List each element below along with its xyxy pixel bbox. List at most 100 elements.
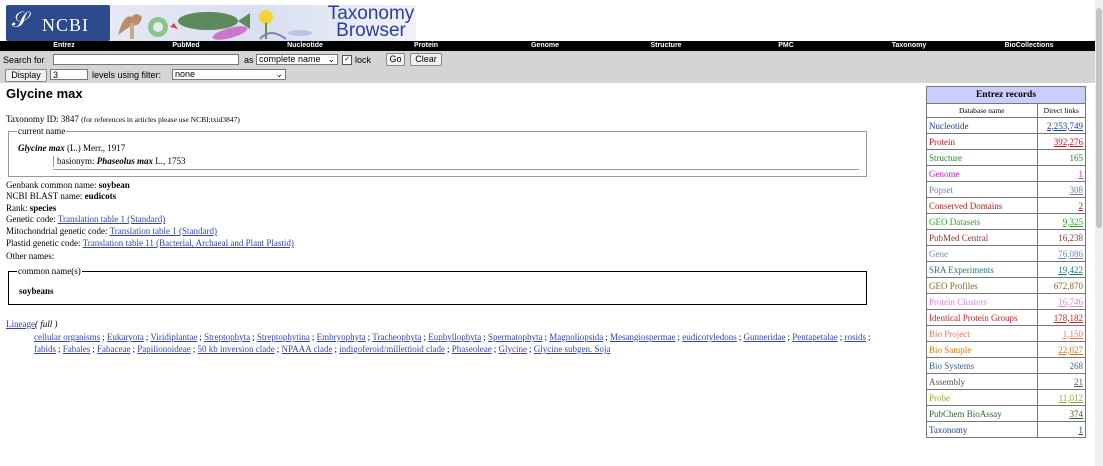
- entrez-db-count-link[interactable]: 11,012: [1059, 393, 1083, 403]
- nav-protein[interactable]: Protein: [414, 41, 438, 51]
- go-button[interactable]: Go: [386, 53, 405, 66]
- lineage-mode[interactable]: ( full ): [35, 319, 58, 329]
- lineage-list: cellular organisms; Eukaryota; Viridipla…: [34, 331, 874, 355]
- entrez-db-name: GEO Datasets: [926, 213, 1038, 230]
- entrez-db-name: Conserved Domains: [926, 197, 1038, 214]
- scrollbar-thumb[interactable]: [1096, 8, 1102, 228]
- lineage-item[interactable]: Streptophyta: [204, 332, 250, 342]
- lineage-item[interactable]: cellular organisms: [34, 332, 100, 342]
- lineage-item[interactable]: indigoferoid/millettioid clade: [339, 344, 445, 354]
- entrez-db-name: Assembly: [926, 373, 1038, 390]
- basionym-name: Phaseolus max: [96, 156, 154, 166]
- entrez-db-count-link[interactable]: 19,422: [1058, 265, 1083, 275]
- lineage-item[interactable]: Fabales: [63, 344, 91, 354]
- nav-pubmed[interactable]: PubMed: [172, 41, 199, 51]
- entrez-db-count-link[interactable]: 22,027: [1058, 345, 1083, 355]
- entrez-row: PubMed Central 16,238: [926, 229, 1087, 246]
- display-button[interactable]: Display: [5, 69, 47, 82]
- entrez-db-count-cell: 1,150: [1036, 325, 1087, 342]
- entrez-db-count-link[interactable]: 1,150: [1063, 329, 1083, 339]
- entrez-db-count-link[interactable]: 1: [1079, 169, 1084, 179]
- nav-taxonomy[interactable]: Taxonomy: [892, 41, 927, 51]
- entrez-db-count-link[interactable]: 9,325: [1063, 217, 1083, 227]
- plastid-code-label: Plastid genetic code:: [6, 238, 81, 248]
- entrez-db-count-link[interactable]: 2: [1079, 201, 1084, 211]
- entrez-db-count-cell: 19,422: [1036, 261, 1087, 278]
- plastid-code-link[interactable]: Translation table 11 (Bacterial, Archaea…: [83, 238, 294, 248]
- lineage-separator: ;: [868, 332, 871, 342]
- lineage-separator: ;: [839, 332, 845, 342]
- page-scrollbar[interactable]: [1095, 0, 1103, 466]
- current-name-value: Glycine max: [18, 143, 65, 153]
- entrez-row: SRA Experiments 19,422: [926, 261, 1087, 278]
- nav-genome[interactable]: Genome: [531, 41, 559, 51]
- lineage-separator: ;: [311, 332, 317, 342]
- nav-bar: Entrez PubMed Nucleotide Protein Genome …: [0, 41, 1095, 51]
- mito-code-link[interactable]: Translation table 1 (Standard): [110, 226, 217, 236]
- entrez-row: Conserved Domains 2: [926, 197, 1087, 214]
- lineage-item[interactable]: Gunneridae: [744, 332, 786, 342]
- blast-value: eudicots: [84, 191, 117, 201]
- lineage-item[interactable]: Mesangiospermae: [610, 332, 675, 342]
- genetic-code-link[interactable]: Translation table 1 (Standard): [58, 214, 165, 224]
- entrez-db-name: Bio Sample: [926, 341, 1038, 358]
- lineage-item[interactable]: Tracheophyta: [372, 332, 421, 342]
- ncbi-wave-icon: 𝒮: [12, 8, 30, 33]
- entrez-records-table: Entrez records Database name Direct link…: [926, 86, 1087, 438]
- lineage-item[interactable]: fabids: [34, 344, 56, 354]
- lineage-item[interactable]: Embryophyta: [317, 332, 366, 342]
- nav-pmc[interactable]: PMC: [778, 41, 794, 51]
- lineage-item[interactable]: Pentapetalae: [792, 332, 837, 342]
- lineage-item[interactable]: Euphyllophyta: [428, 332, 481, 342]
- lineage-item[interactable]: rosids: [845, 332, 867, 342]
- lineage-item[interactable]: Fabaceae: [97, 344, 130, 354]
- common-names-legend: common name(s): [17, 266, 82, 276]
- lineage-item[interactable]: Spermatophyta: [488, 332, 543, 342]
- lineage-item[interactable]: Magnoliopsida: [549, 332, 603, 342]
- lineage-item[interactable]: Viridiplantae: [150, 332, 197, 342]
- entrez-db-count-link[interactable]: 21: [1074, 377, 1083, 387]
- lineage-item[interactable]: Phaseoleae: [452, 344, 492, 354]
- entrez-db-count-link[interactable]: 392,276: [1054, 137, 1083, 147]
- ncbi-logo[interactable]: 𝒮 NCBI: [6, 5, 110, 41]
- entrez-records-title: Entrez records: [926, 86, 1086, 104]
- lineage-item[interactable]: Streptophytina: [257, 332, 310, 342]
- lineage-item[interactable]: Papilionoideae: [137, 344, 191, 354]
- filter-select[interactable]: none ⌄: [172, 69, 286, 80]
- entrez-db-name: GEO Profiles: [926, 277, 1038, 294]
- nav-nucleotide[interactable]: Nucleotide: [287, 41, 323, 51]
- rank-label: Rank:: [6, 203, 28, 213]
- clear-button[interactable]: Clear: [410, 53, 442, 66]
- lineage-item[interactable]: 50 kb inversion clade: [198, 344, 275, 354]
- lineage-item[interactable]: NPAAA clade: [282, 344, 333, 354]
- lock-checkbox[interactable]: ✓: [342, 55, 352, 65]
- mito-genetic-code: Mitochondrial genetic code: Translation …: [6, 226, 217, 237]
- lineage-item[interactable]: Glycine subgen. Soja: [534, 344, 611, 354]
- entrez-db-name: Taxonomy: [926, 421, 1038, 438]
- entrez-db-count-link[interactable]: 374: [1070, 409, 1084, 419]
- search-input[interactable]: [53, 54, 239, 65]
- nav-entrez[interactable]: Entrez: [53, 41, 74, 51]
- lineage-item[interactable]: Glycine: [498, 344, 527, 354]
- genetic-code: Genetic code: Translation table 1 (Stand…: [6, 214, 165, 225]
- nav-biocollections[interactable]: BioCollections: [1004, 41, 1053, 51]
- lineage-item[interactable]: Eukaryota: [107, 332, 144, 342]
- other-names-label: Other names:: [6, 251, 55, 261]
- lineage-item[interactable]: eudicotyledons: [682, 332, 737, 342]
- lineage-separator: ;: [738, 332, 744, 342]
- name-mode-select[interactable]: complete name ⌄: [256, 54, 338, 65]
- lineage-link[interactable]: Lineage: [6, 319, 35, 329]
- taxonomy-id-note: (for references in articles please use N…: [81, 115, 240, 124]
- entrez-db-count-link[interactable]: 308: [1070, 185, 1084, 195]
- entrez-db-count-cell: 1: [1036, 421, 1087, 438]
- lineage-separator: ;: [276, 344, 282, 354]
- banner-title-line2: Browser: [336, 20, 406, 41]
- levels-input[interactable]: 3: [50, 69, 88, 80]
- entrez-db-count-link[interactable]: 178,182: [1054, 313, 1083, 323]
- entrez-db-count-cell: 21: [1036, 373, 1087, 390]
- entrez-db-count-link[interactable]: 16,746: [1058, 297, 1083, 307]
- nav-structure[interactable]: Structure: [650, 41, 681, 51]
- entrez-db-count-link[interactable]: 76,086: [1058, 249, 1083, 259]
- entrez-db-count-link[interactable]: 2,253,749: [1047, 121, 1083, 131]
- entrez-db-count-link[interactable]: 1: [1079, 425, 1084, 435]
